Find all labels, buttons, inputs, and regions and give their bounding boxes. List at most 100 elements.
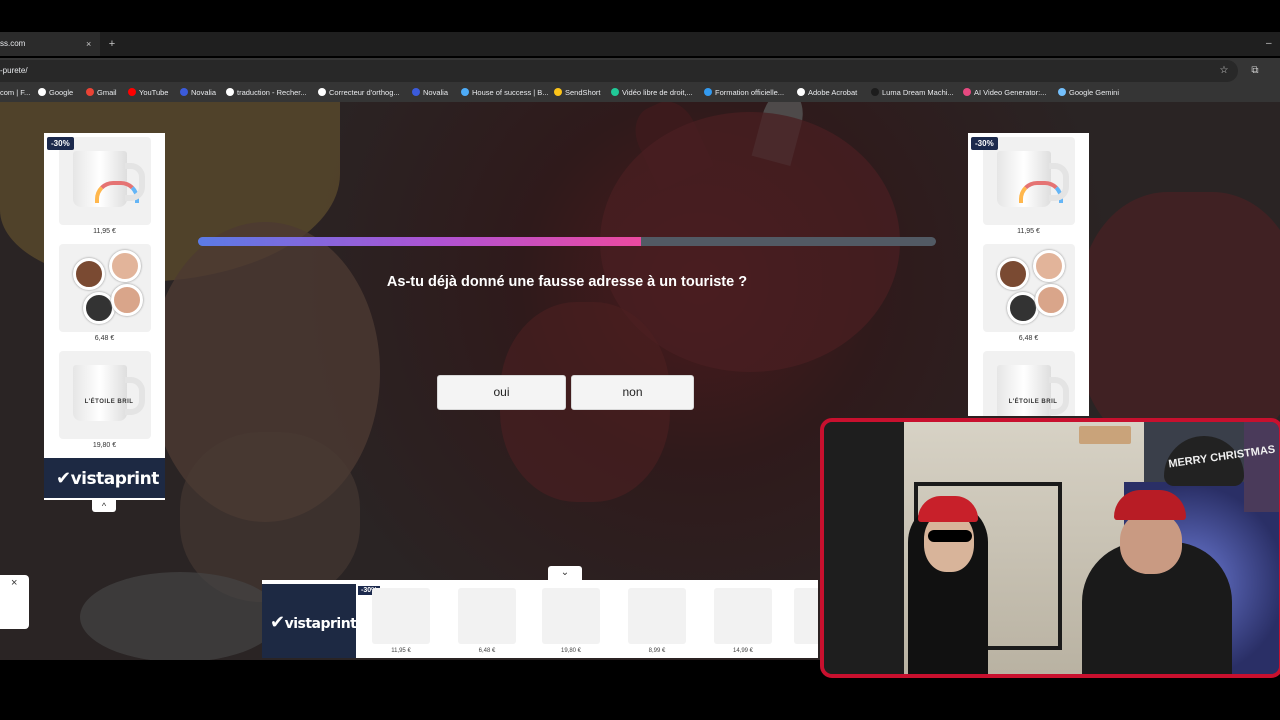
webcam-background: [824, 422, 914, 674]
vistaprint-logo-text: vistaprint: [70, 469, 160, 489]
ad-product[interactable]: L'ÉTOILE BRIL 19,80 €: [44, 347, 165, 454]
mug-handle: [1049, 377, 1069, 415]
vistaprint-check-icon: ✔: [56, 468, 71, 489]
expand-ad-chevron-down-icon[interactable]: ⌄: [548, 566, 582, 580]
ad-product[interactable]: L'ÉTOILE BRIL: [968, 347, 1089, 416]
product-price: 19,80 €: [560, 648, 582, 654]
mug-body: L'ÉTOILE BRIL: [997, 365, 1057, 416]
bookmark-item[interactable]: Formation officielle...: [704, 84, 784, 102]
luma-icon: [871, 88, 879, 96]
close-icon[interactable]: ×: [11, 577, 17, 589]
bookmark-item[interactable]: House of success | B...: [461, 84, 549, 102]
product-price: 11,95 €: [93, 228, 116, 235]
bookmark-item[interactable]: YouTube: [128, 84, 168, 102]
formation-icon: [704, 88, 712, 96]
bookmark-item[interactable]: Google: [38, 84, 73, 102]
product-price: 11,95 €: [1017, 228, 1040, 235]
side-ad-right[interactable]: -30% 11,95 € 6,48 € L'ÉTOILE BRIL: [968, 133, 1089, 416]
progress-bar-fill: [198, 237, 641, 246]
tab-strip: [0, 32, 1280, 56]
url-text: -purete/: [0, 66, 28, 75]
face-sticker: [73, 258, 105, 290]
google-icon: [226, 88, 234, 96]
bookmark-item[interactable]: Luma Dream Machi...: [871, 84, 954, 102]
product-price: 100: [780, 648, 819, 654]
answer-no-button[interactable]: non: [571, 375, 694, 410]
ad-product[interactable]: 100: [780, 584, 818, 658]
house-icon: [461, 88, 469, 96]
bookmark-item[interactable]: com | F...: [0, 84, 30, 102]
gmail-icon: [86, 88, 94, 96]
side-ad-left[interactable]: -30% 11,95 € 6,48 € L'ÉTOILE BRIL 19,80 …: [44, 133, 165, 500]
answer-yes-button[interactable]: oui: [437, 375, 566, 410]
mug-handle: [1049, 163, 1069, 201]
bookmark-item[interactable]: Vidéo libre de droit,...: [611, 84, 693, 102]
vistaprint-check-icon: ✔: [270, 612, 285, 633]
bookmark-item[interactable]: AI Video Generator:...: [963, 84, 1046, 102]
bottom-ad-banner[interactable]: ✔vistaprint -30% 11,95 € 6,48 € 19,80 € …: [262, 580, 818, 658]
mug-body: [73, 151, 139, 207]
bookmark-item[interactable]: SendShort: [554, 84, 600, 102]
face-sticker: [111, 284, 143, 316]
ad-product[interactable]: 6,48 €: [44, 240, 165, 347]
product-price: 6,48 €: [478, 648, 496, 654]
youtube-icon: [128, 88, 136, 96]
novalia-icon: [412, 88, 420, 96]
popup-tab[interactable]: ×: [0, 575, 29, 629]
url-field[interactable]: -purete/: [0, 60, 1238, 82]
bookmark-item[interactable]: Correcteur d'orthog...: [318, 84, 400, 102]
vistaprint-logo: ✔vistaprint: [270, 612, 357, 633]
mug-image: [542, 588, 600, 644]
discount-badge: -30%: [47, 137, 74, 150]
sunglasses: [928, 530, 972, 542]
stickers-image: [59, 244, 151, 332]
stickers-image: [458, 588, 516, 644]
mug-body: [997, 151, 1063, 207]
ad-product[interactable]: 14,99 €: [700, 584, 786, 658]
tab-title: ss.com: [0, 39, 26, 48]
product-price: 11,95 €: [391, 648, 411, 654]
red-cap: [918, 496, 978, 522]
usb-key-image: [714, 588, 772, 644]
webcam-wall-sign: [1079, 426, 1131, 444]
gemini-icon: [1058, 88, 1066, 96]
webcam-overlay: MERRY CHRISTMAS: [820, 418, 1280, 678]
ad-product[interactable]: 6,48 €: [968, 240, 1089, 347]
bookmark-item[interactable]: traduction - Recher...: [226, 84, 307, 102]
mug-image: L'ÉTOILE BRIL: [59, 351, 151, 439]
bookmark-item[interactable]: Novalia: [412, 84, 448, 102]
discount-badge: -30%: [971, 137, 998, 150]
extensions-icon[interactable]: ⧉: [1248, 60, 1262, 82]
mug-image: L'ÉTOILE BRIL: [983, 351, 1075, 416]
bookmark-item[interactable]: Gmail: [86, 84, 117, 102]
keychain-image: [628, 588, 686, 644]
active-tab[interactable]: ss.com ×: [0, 32, 100, 56]
bookmark-item[interactable]: Novalia: [180, 84, 216, 102]
face-sticker: [1035, 284, 1067, 316]
collapse-ad-caret-icon[interactable]: ^: [92, 500, 116, 512]
bookmark-item[interactable]: Adobe Acrobat: [797, 84, 857, 102]
vistaprint-logo: ✔vistaprint: [56, 468, 159, 489]
product-price: 14,99 €: [732, 648, 754, 654]
ad-product[interactable]: -30% 11,95 €: [358, 584, 444, 658]
quiz-question: As-tu déjà donné une fausse adresse à un…: [386, 274, 748, 290]
ad-product[interactable]: 6,48 €: [444, 584, 530, 658]
mug-image: [59, 137, 151, 225]
webcam-shelf: [1244, 422, 1279, 512]
vistaprint-banner[interactable]: ✔vistaprint: [44, 458, 165, 498]
new-tab-icon[interactable]: +: [106, 32, 118, 56]
minimize-icon[interactable]: –: [1266, 32, 1278, 56]
red-cap: [1114, 490, 1186, 520]
bookmark-star-icon[interactable]: ☆: [1216, 60, 1232, 82]
tab-close-icon[interactable]: ×: [86, 32, 91, 56]
ad-product[interactable]: 8,99 €: [614, 584, 700, 658]
stickers-image: [983, 244, 1075, 332]
ad-product[interactable]: 19,80 €: [528, 584, 614, 658]
face-sticker: [1033, 250, 1065, 282]
bookmark-item[interactable]: Google Gemini: [1058, 84, 1119, 102]
bookmarks-bar: com | F... Google Gmail YouTube Novalia …: [0, 84, 1280, 102]
angel-illustration-collar: [80, 572, 280, 660]
vistaprint-banner[interactable]: ✔vistaprint: [262, 584, 357, 658]
spellcheck-icon: [318, 88, 326, 96]
mug-handle: [125, 377, 145, 415]
